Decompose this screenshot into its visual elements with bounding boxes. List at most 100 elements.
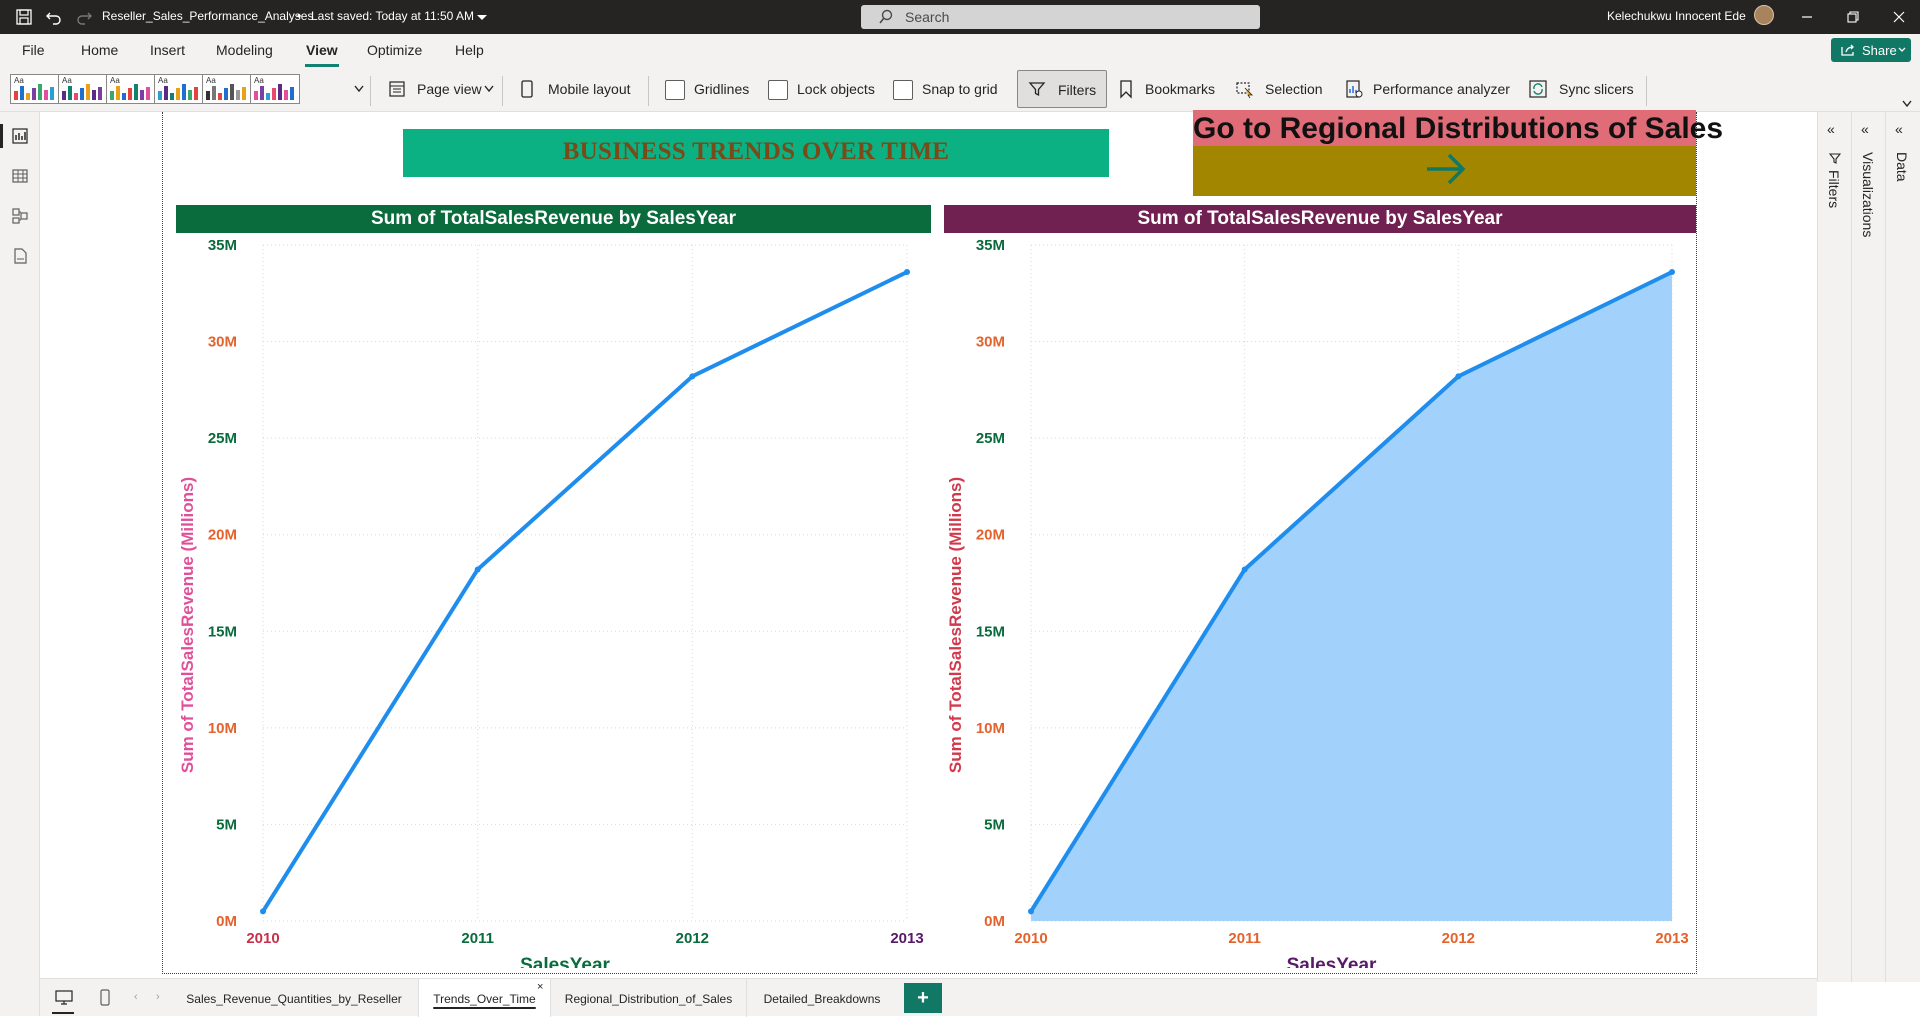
tab-modeling[interactable]: Modeling bbox=[216, 42, 273, 58]
theme-thumbnail[interactable]: Aa bbox=[202, 74, 252, 104]
navigate-regional-button[interactable]: Go to Regional Distributions of Sales bbox=[1193, 110, 1723, 196]
model-view-icon[interactable] bbox=[11, 207, 29, 225]
theme-thumbnail[interactable]: Aa bbox=[58, 74, 108, 104]
gridlines-checkbox[interactable] bbox=[665, 80, 685, 100]
save-status: Last saved: Today at 11:50 AM bbox=[311, 9, 474, 23]
chevron-down-icon[interactable] bbox=[353, 84, 365, 94]
restore-icon[interactable] bbox=[1844, 8, 1862, 26]
snap-to-grid-checkbox[interactable] bbox=[893, 80, 913, 100]
snap-to-grid-label[interactable]: Snap to grid bbox=[922, 81, 998, 97]
data-point[interactable] bbox=[1455, 373, 1462, 380]
theme-thumbnail[interactable]: Aa bbox=[250, 74, 300, 104]
x-tick-label: 2011 bbox=[461, 930, 494, 947]
page-view-icon bbox=[389, 81, 405, 97]
lock-objects-label[interactable]: Lock objects bbox=[797, 81, 875, 97]
page-tab-regional[interactable]: Regional_Distribution_of_Sales bbox=[551, 979, 747, 1017]
search-placeholder: Search bbox=[905, 9, 950, 25]
tab-file[interactable]: File bbox=[22, 42, 45, 58]
page-tab-label: Detailed_Breakdowns bbox=[763, 992, 881, 1006]
theme-swatch bbox=[158, 84, 198, 100]
active-view-indicator bbox=[0, 124, 3, 148]
y-tick-label: 35M bbox=[208, 237, 237, 254]
area-chart[interactable]: 0M 5M 10M 15M 20M 25M 30M 35M 2010 2011 2012 2013 Sa… bbox=[944, 233, 1704, 968]
y-tick-label: 10M bbox=[208, 720, 237, 737]
selection-button[interactable]: Selection bbox=[1265, 81, 1323, 97]
data-point[interactable] bbox=[1241, 566, 1248, 573]
chart2-title: Sum of TotalSalesRevenue by SalesYear bbox=[944, 205, 1696, 233]
close-icon[interactable] bbox=[1890, 8, 1908, 26]
theme-thumbnail[interactable]: Aa bbox=[154, 74, 204, 104]
data-point[interactable] bbox=[689, 373, 696, 380]
tab-home[interactable]: Home bbox=[81, 42, 118, 58]
filters-button[interactable]: Filters bbox=[1017, 70, 1107, 108]
x-tick-label: 2012 bbox=[676, 930, 709, 947]
data-point[interactable] bbox=[1028, 908, 1034, 915]
page-tab-detailed[interactable]: Detailed_Breakdowns bbox=[747, 979, 897, 1017]
save-icon[interactable] bbox=[14, 7, 34, 27]
desktop-layout-icon[interactable] bbox=[54, 990, 74, 1006]
user-name: Kelechukwu Innocent Ede bbox=[1607, 9, 1746, 23]
share-button[interactable]: Share bbox=[1831, 38, 1911, 62]
y-tick-label: 15M bbox=[976, 623, 1005, 640]
chevron-left-icon[interactable]: « bbox=[1861, 121, 1869, 137]
lock-objects-checkbox[interactable] bbox=[768, 80, 788, 100]
mobile-layout-icon[interactable] bbox=[99, 989, 111, 1007]
gridlines-label[interactable]: Gridlines bbox=[694, 81, 749, 97]
y-tick-label: 15M bbox=[208, 623, 237, 640]
chevron-down-icon[interactable] bbox=[484, 85, 494, 93]
close-tab-icon[interactable]: × bbox=[537, 981, 543, 993]
data-point[interactable] bbox=[260, 908, 266, 915]
search-input[interactable]: Search bbox=[861, 5, 1260, 29]
dax-query-view-icon[interactable] bbox=[11, 247, 29, 265]
page-tab-trends[interactable]: Trends_Over_Time × bbox=[419, 979, 551, 1017]
chevron-left-icon[interactable]: « bbox=[1895, 121, 1903, 137]
data-pane[interactable]: « Data bbox=[1885, 112, 1920, 982]
scroll-right-icon[interactable]: › bbox=[156, 991, 160, 1003]
page-view-button[interactable]: Page view bbox=[417, 81, 482, 97]
chevron-down-icon[interactable] bbox=[1902, 100, 1912, 108]
performance-analyzer-button[interactable]: Performance analyzer bbox=[1373, 81, 1510, 97]
data-point[interactable] bbox=[904, 269, 910, 276]
chevron-down-icon[interactable] bbox=[472, 8, 492, 28]
x-axis-title: SalesYear bbox=[520, 955, 610, 968]
theme-swatch bbox=[62, 84, 102, 100]
filter-icon bbox=[1829, 153, 1841, 164]
add-page-button[interactable]: + bbox=[904, 983, 942, 1013]
scroll-left-icon[interactable]: ‹ bbox=[134, 991, 138, 1003]
chart1-title: Sum of TotalSalesRevenue by SalesYear bbox=[176, 205, 931, 233]
data-point[interactable] bbox=[474, 566, 481, 573]
minimize-icon[interactable] bbox=[1798, 8, 1816, 26]
active-tab-indicator bbox=[305, 64, 339, 67]
page-tabs-bar: ‹ › Sales_Revenue_Quantities_by_Reseller… bbox=[40, 978, 1817, 1017]
y-axis-title: Sum of TotalSalesRevenue (Millions) bbox=[946, 477, 965, 773]
page-tab-label: Sales_Revenue_Quantities_by_Reseller bbox=[186, 992, 402, 1006]
avatar[interactable] bbox=[1754, 5, 1774, 25]
redo-icon[interactable] bbox=[74, 7, 94, 27]
x-tick-label: 2010 bbox=[246, 930, 279, 947]
undo-icon[interactable] bbox=[44, 7, 64, 27]
series-line[interactable] bbox=[261, 270, 908, 913]
visualizations-pane[interactable]: « Visualizations bbox=[1851, 112, 1885, 982]
tab-help[interactable]: Help bbox=[455, 42, 484, 58]
y-axis-title: Sum of TotalSalesRevenue (Millions) bbox=[178, 477, 197, 773]
filters-pane[interactable]: « Filters bbox=[1817, 112, 1851, 982]
bookmarks-button[interactable]: Bookmarks bbox=[1145, 81, 1215, 97]
data-point[interactable] bbox=[1669, 269, 1675, 276]
tab-view[interactable]: View bbox=[306, 42, 338, 58]
page-tab-sales-revenue[interactable]: Sales_Revenue_Quantities_by_Reseller bbox=[170, 979, 419, 1017]
tab-optimize[interactable]: Optimize bbox=[367, 42, 422, 58]
y-tick-label: 20M bbox=[208, 527, 237, 544]
sync-slicers-button[interactable]: Sync slicers bbox=[1559, 81, 1634, 97]
theme-thumbnail[interactable]: Aa bbox=[106, 74, 156, 104]
search-icon bbox=[879, 9, 893, 24]
y-tick-label: 35M bbox=[976, 237, 1005, 254]
tab-insert[interactable]: Insert bbox=[150, 42, 185, 58]
report-view-icon[interactable] bbox=[11, 127, 29, 145]
filters-pane-label: Filters bbox=[1826, 170, 1842, 209]
mobile-layout-button[interactable]: Mobile layout bbox=[548, 81, 631, 97]
theme-thumbnail[interactable]: Aa bbox=[10, 74, 60, 104]
ribbon: Aa Aa Aa Aa Aa Aa Page view Mobile layout Gri… bbox=[0, 68, 1920, 112]
chevron-left-icon[interactable]: « bbox=[1827, 121, 1835, 137]
table-view-icon[interactable] bbox=[11, 167, 29, 185]
line-chart[interactable]: 0M 5M 10M 15M 20M 25M 30M 35M 2010 2011 2012 2013 Sa… bbox=[176, 233, 936, 968]
